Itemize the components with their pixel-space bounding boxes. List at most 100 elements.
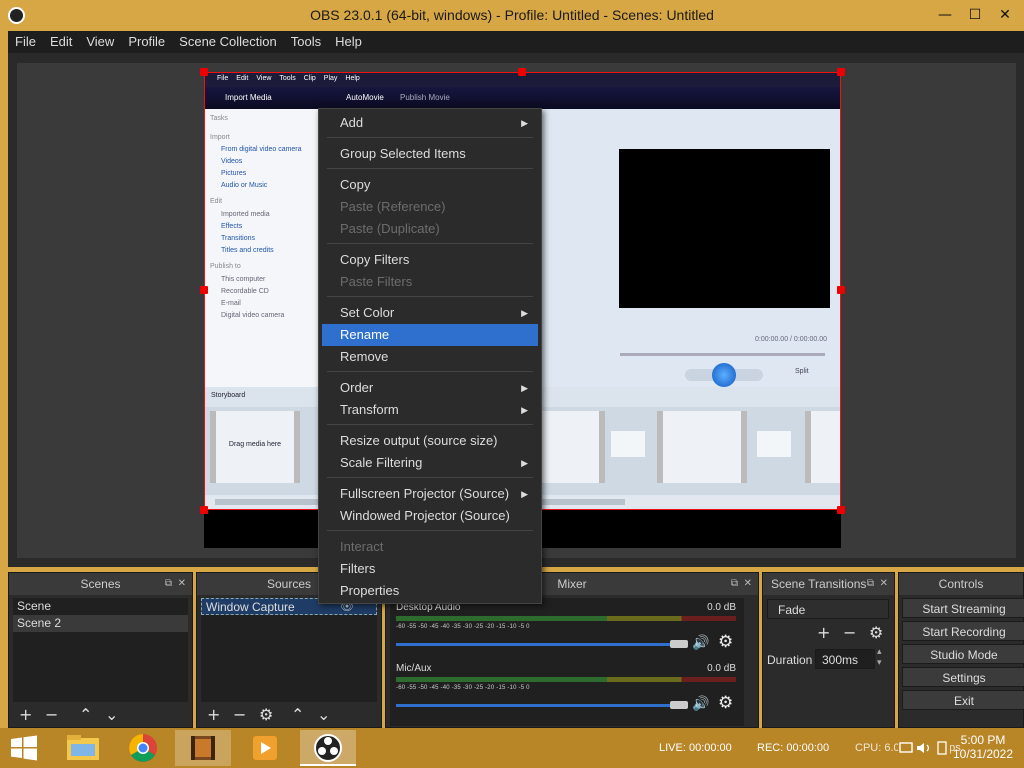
remove-source-icon[interactable]: − [233, 705, 246, 724]
menu-item-set-color[interactable]: Set Color ▶ [322, 302, 538, 324]
menu-item-add[interactable]: Add ▶ [322, 112, 538, 134]
scene-item[interactable]: Scene [13, 598, 188, 615]
captured-menu-edit: Edit [236, 75, 249, 82]
media-player-icon[interactable] [237, 730, 293, 766]
exit-button[interactable]: Exit [902, 690, 1024, 710]
menu-item-copy-filters[interactable]: Copy Filters [322, 249, 538, 271]
menu-separator [327, 424, 533, 425]
menu-help[interactable]: Help [328, 31, 369, 53]
move-source-down-icon[interactable]: ⌄ [317, 705, 330, 724]
speaker-icon[interactable]: 🔊 [692, 696, 709, 712]
resize-handle-left[interactable] [200, 286, 208, 294]
volume-slider-knob[interactable] [670, 701, 688, 709]
duration-spinbox[interactable]: 300ms [815, 649, 875, 669]
menu-item-resize-output[interactable]: Resize output (source size) [322, 430, 538, 452]
scenes-dock-header: Scenes ⧉ ✕ [9, 573, 192, 595]
close-icon[interactable]: ✕ [178, 573, 186, 595]
close-icon[interactable]: ✕ [880, 573, 888, 595]
settings-button[interactable]: Settings [902, 667, 1024, 687]
menu-item-properties[interactable]: Properties [322, 580, 538, 602]
resize-handle-top[interactable] [518, 68, 526, 76]
captured-split-label: Split [795, 368, 809, 375]
menu-item-group-selected[interactable]: Group Selected Items [322, 143, 538, 165]
menu-file[interactable]: File [8, 31, 43, 53]
maximize-button[interactable]: ☐ [962, 4, 988, 26]
taskbar-clock[interactable]: 5:00 PM 10/31/2022 [950, 733, 1016, 761]
resize-handle-right[interactable] [837, 286, 845, 294]
minimize-button[interactable]: — [932, 4, 958, 26]
window-title: OBS 23.0.1 (64-bit, windows) - Profile: … [310, 7, 714, 23]
menu-view[interactable]: View [79, 31, 121, 53]
float-icon[interactable]: ⧉ [731, 573, 738, 595]
menu-item-fullscreen-projector[interactable]: Fullscreen Projector (Source) ▶ [322, 483, 538, 505]
menu-tools[interactable]: Tools [284, 31, 328, 53]
start-recording-button[interactable]: Start Recording [902, 621, 1024, 641]
mixer-gear-icon[interactable]: ⚙ [718, 693, 733, 713]
captured-storyboard-frame: Drag media here [210, 411, 300, 483]
resize-handle-bottom-right[interactable] [837, 506, 845, 514]
speaker-icon[interactable]: 🔊 [692, 635, 709, 651]
scene-item[interactable]: Scene 2 [13, 615, 188, 632]
start-streaming-button[interactable]: Start Streaming [902, 598, 1024, 618]
source-properties-gear-icon[interactable]: ⚙ [259, 705, 273, 724]
menu-item-rename[interactable]: Rename [322, 324, 538, 346]
mixer-content: Desktop Audio 0.0 dB -60 -55 -50 -45 -40… [390, 598, 744, 726]
remove-scene-icon[interactable]: − [45, 705, 58, 724]
transition-properties-gear-icon[interactable]: ⚙ [869, 623, 883, 642]
move-scene-down-icon[interactable]: ⌄ [105, 705, 118, 724]
menu-item-filters[interactable]: Filters [322, 558, 538, 580]
move-scene-up-icon[interactable]: ⌃ [79, 705, 92, 724]
move-source-up-icon[interactable]: ⌃ [291, 705, 304, 724]
menu-item-paste-duplicate: Paste (Duplicate) [340, 221, 440, 236]
chrome-icon[interactable] [115, 730, 171, 766]
submenu-arrow-icon: ▶ [521, 118, 528, 128]
captured-menu-help: Help [345, 75, 360, 82]
add-scene-icon[interactable]: + [19, 705, 32, 724]
resize-handle-bottom-left[interactable] [200, 506, 208, 514]
close-icon[interactable]: ✕ [744, 573, 752, 595]
transitions-dock-title: Scene Transitions [771, 577, 867, 591]
menu-scene-collection[interactable]: Scene Collection [172, 31, 284, 53]
movie-maker-icon[interactable] [175, 730, 231, 766]
menu-item-copy[interactable]: Copy [322, 174, 538, 196]
menu-edit[interactable]: Edit [43, 31, 79, 53]
scenes-list: Scene Scene 2 [13, 598, 188, 702]
resize-handle-top-left[interactable] [200, 68, 208, 76]
menu-item-transform[interactable]: Transform ▶ [322, 399, 538, 421]
volume-slider[interactable] [396, 704, 676, 707]
system-tray-icons[interactable] [898, 738, 950, 758]
volume-slider-knob[interactable] [670, 640, 688, 648]
captured-import-media: Import Media [225, 93, 272, 102]
menu-item-windowed-projector[interactable]: Windowed Projector (Source) [322, 505, 538, 527]
windows-start-icon[interactable] [10, 735, 38, 761]
volume-slider[interactable] [396, 643, 676, 646]
spin-up-icon[interactable]: ▴ [877, 647, 882, 657]
menu-item-remove[interactable]: Remove [322, 346, 538, 368]
captured-publish-header: Publish to [210, 263, 241, 270]
obs-taskbar-icon[interactable] [300, 730, 356, 766]
duration-value: 300ms [822, 653, 859, 667]
close-button[interactable]: ✕ [992, 4, 1018, 26]
float-icon[interactable]: ⧉ [867, 573, 874, 595]
studio-mode-button[interactable]: Studio Mode [902, 644, 1024, 664]
captured-storyboard-frame [805, 411, 840, 483]
captured-seek-bar [620, 353, 825, 356]
float-icon[interactable]: ⧉ [165, 573, 172, 595]
menu-profile[interactable]: Profile [121, 31, 172, 53]
mixer-track-level: 0.0 dB [707, 663, 736, 674]
add-transition-icon[interactable]: + [817, 623, 830, 642]
resize-handle-top-right[interactable] [837, 68, 845, 76]
menu-item-scale-filtering[interactable]: Scale Filtering ▶ [322, 452, 538, 474]
live-status: LIVE: 00:00:00 [659, 742, 732, 754]
transition-select[interactable]: Fade [767, 599, 889, 619]
mixer-gear-icon[interactable]: ⚙ [718, 632, 733, 652]
add-source-icon[interactable]: + [207, 705, 220, 724]
captured-video-monitor [619, 149, 830, 308]
captured-task-item: Effects [221, 223, 243, 230]
captured-tasks-title: Tasks [210, 115, 228, 122]
remove-transition-icon[interactable]: − [843, 623, 856, 642]
spin-down-icon[interactable]: ▾ [877, 658, 882, 668]
file-explorer-icon[interactable] [55, 730, 111, 766]
menu-item-order[interactable]: Order ▶ [322, 377, 538, 399]
submenu-arrow-icon: ▶ [521, 383, 528, 393]
